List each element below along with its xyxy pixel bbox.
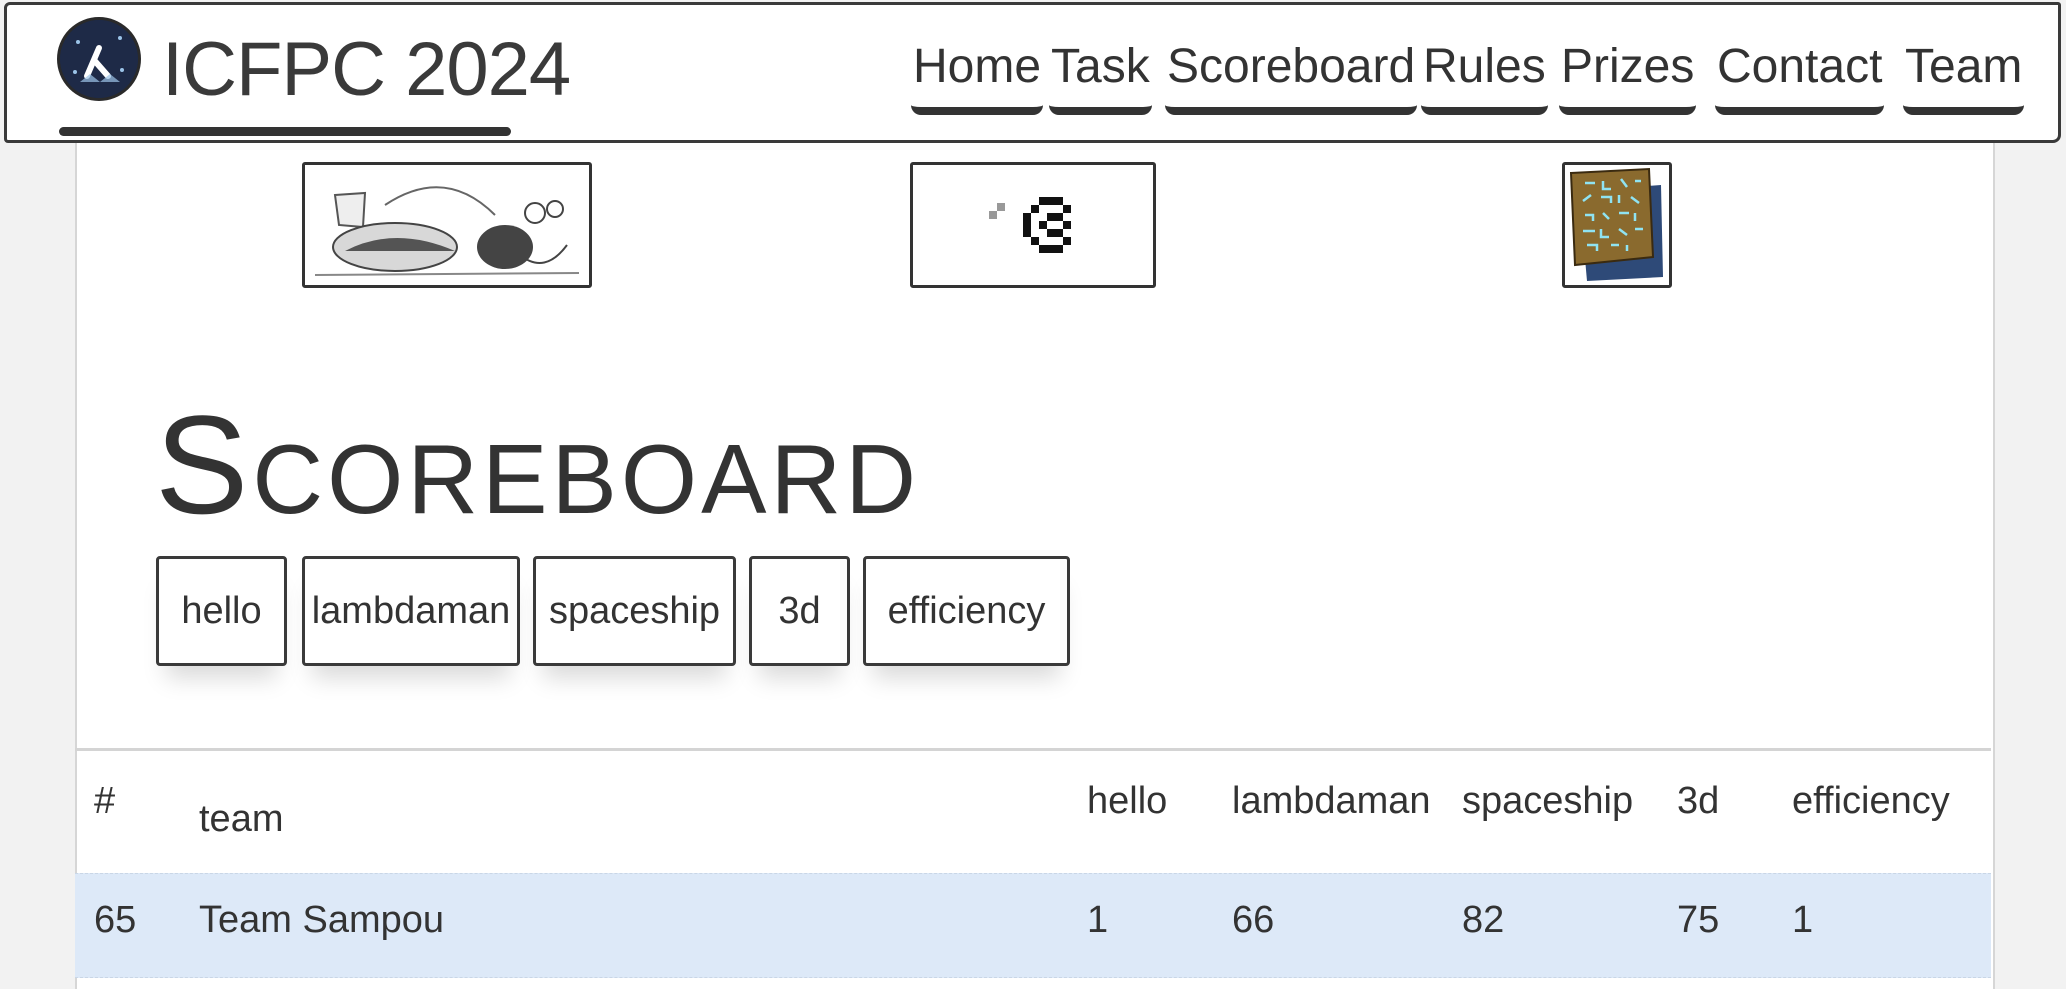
filter-3d-button[interactable]: 3d [749,556,850,666]
alien-tablet-image[interactable] [1562,162,1672,288]
top-navigation-bar: ICFPC 2024 Home Task Scoreboard Rules Pr… [4,2,2061,143]
nav-contact[interactable]: Contact [1715,27,1885,115]
table-header-3d[interactable]: 3d [1677,780,1719,823]
table-cell-efficiency: 1 [1792,899,1814,941]
page-title: Scoreboard [155,386,921,543]
nav-rules[interactable]: Rules [1421,27,1548,115]
spaceship-comic-image[interactable] [302,162,592,288]
table-cell-rank: 65 [94,899,137,941]
nav-scoreboard[interactable]: Scoreboard [1165,27,1418,115]
table-cell-hello: 1 [1087,899,1109,941]
table-header-hello[interactable]: hello [1087,780,1167,823]
filter-efficiency-button[interactable]: efficiency [863,556,1070,666]
table-header-efficiency[interactable]: efficiency [1792,780,1950,823]
lambda-logo-icon[interactable] [57,17,141,101]
scoreboard-table [75,748,1991,751]
nav-prizes[interactable]: Prizes [1559,27,1697,115]
table-header-team[interactable]: team [199,798,283,841]
table-cell-lambdaman: 66 [1232,899,1275,941]
table-cell-spaceship: 82 [1462,899,1505,941]
nav-home[interactable]: Home [911,27,1044,115]
filter-hello-button[interactable]: hello [156,556,287,666]
pixel-glyph-image[interactable] [910,162,1156,288]
table-header-lambdaman[interactable]: lambdaman [1232,780,1431,823]
filter-spaceship-button[interactable]: spaceship [533,556,736,666]
table-cell-3d: 75 [1677,899,1720,941]
nav-task[interactable]: Task [1049,27,1152,115]
brand-underline [59,127,511,136]
filter-lambdaman-button[interactable]: lambdaman [302,556,520,666]
table-header-rank[interactable]: # [94,780,115,823]
nav-team[interactable]: Team [1903,27,2025,115]
brand-title[interactable]: ICFPC 2024 [162,25,571,115]
table-cell-team: Team Sampou [199,899,445,941]
table-header-spaceship[interactable]: spaceship [1462,780,1633,823]
